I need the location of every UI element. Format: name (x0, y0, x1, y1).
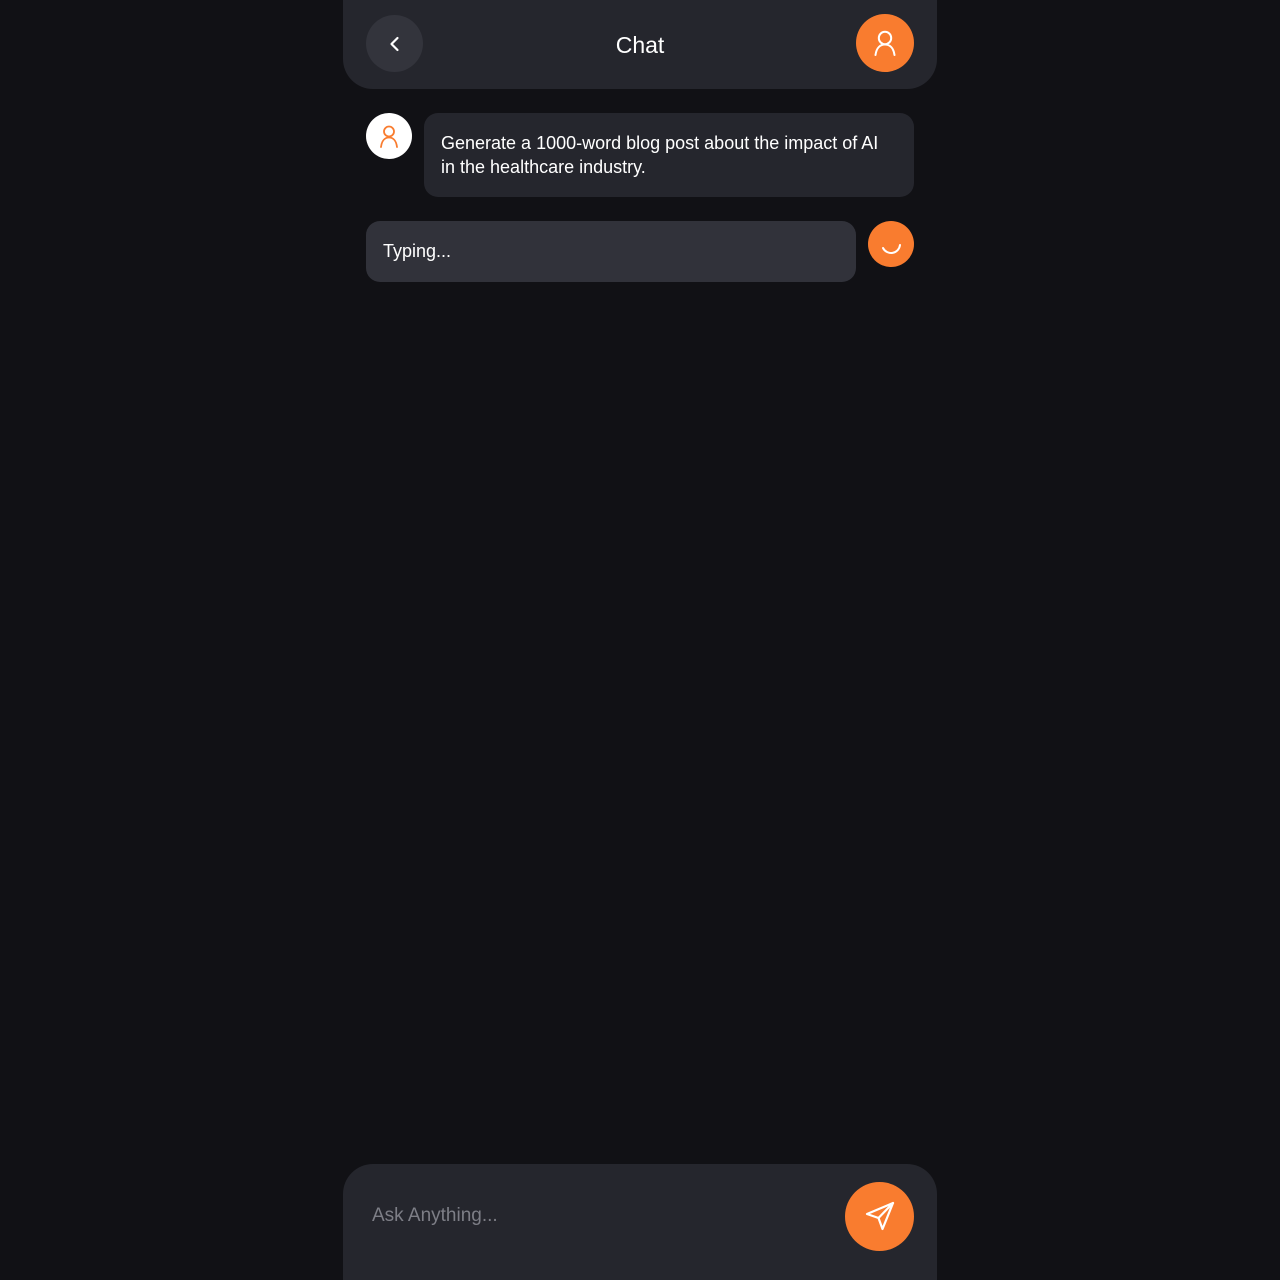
composer-bar (343, 1164, 937, 1280)
user-avatar (366, 113, 412, 159)
message-input[interactable] (372, 1198, 832, 1234)
chat-header: Chat (343, 0, 937, 89)
profile-button[interactable] (856, 14, 914, 72)
user-message-bubble: Generate a 1000-word blog post about the… (424, 113, 914, 197)
user-icon (856, 14, 914, 72)
spinner-icon (868, 221, 914, 267)
assistant-typing-bubble: Typing... (366, 221, 856, 282)
assistant-avatar (868, 221, 914, 267)
page-title: Chat (615, 32, 665, 58)
user-icon (380, 125, 398, 148)
send-button[interactable] (845, 1182, 914, 1251)
chat-screen: Chat Generate a 1000-word blog post abou… (343, 0, 937, 1280)
send-icon (845, 1182, 914, 1251)
